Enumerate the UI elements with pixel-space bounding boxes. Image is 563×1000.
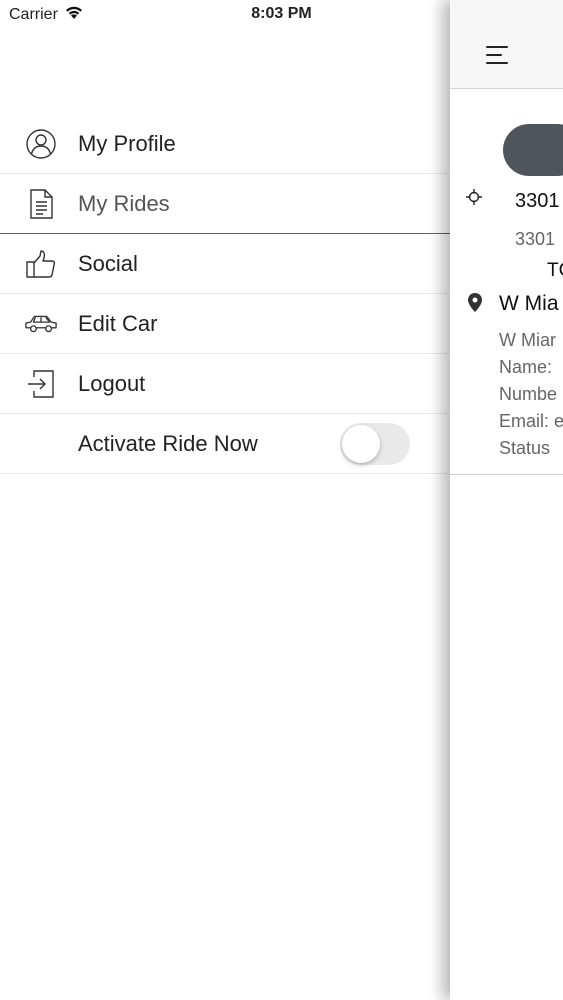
- activate-ride-toggle[interactable]: [340, 423, 410, 465]
- action-pill-button[interactable]: [503, 124, 563, 176]
- menu-label: Edit Car: [78, 310, 158, 336]
- detail-status: Status: [499, 438, 551, 458]
- toggle-knob: [342, 425, 380, 463]
- activate-ride-label: Activate Ride Now: [78, 430, 258, 456]
- menu-label: My Profile: [78, 130, 176, 156]
- card-divider: [450, 474, 563, 475]
- profile-icon: [24, 128, 58, 160]
- detail-email: Email: e: [499, 411, 563, 431]
- thumbs-up-icon: [24, 248, 58, 280]
- document-icon: [24, 188, 58, 220]
- menu-label: Social: [78, 250, 138, 276]
- side-menu: My Profile My Rides Social Edit Car Logo…: [0, 114, 450, 474]
- menu-item-my-rides[interactable]: My Rides: [0, 174, 450, 234]
- menu-item-edit-car[interactable]: Edit Car: [0, 294, 450, 354]
- pickup-title: 3301: [515, 190, 560, 212]
- nav-bar: [450, 0, 563, 89]
- menu-label: Logout: [78, 370, 146, 396]
- main-panel: 3301 3301 TC W Mia W Miar Name: Numbe Em…: [450, 0, 563, 1000]
- to-label: TC: [547, 260, 563, 281]
- activate-ride-row: Activate Ride Now: [0, 414, 450, 474]
- menu-label: My Rides: [78, 190, 170, 216]
- menu-item-social[interactable]: Social: [0, 234, 450, 294]
- pickup-subtitle: 3301: [515, 229, 556, 249]
- detail-number: Numbe: [499, 384, 558, 404]
- map-pin-icon: [468, 293, 482, 317]
- logout-icon: [24, 368, 58, 400]
- destination-title: W Mia: [499, 292, 559, 315]
- detail-name: Name:: [499, 357, 553, 377]
- menu-item-logout[interactable]: Logout: [0, 354, 450, 414]
- detail-address: W Miar: [499, 330, 556, 350]
- crosshair-icon: [465, 188, 483, 211]
- car-icon: [24, 308, 58, 340]
- menu-item-my-profile[interactable]: My Profile: [0, 114, 450, 174]
- hamburger-menu-icon[interactable]: [486, 46, 508, 66]
